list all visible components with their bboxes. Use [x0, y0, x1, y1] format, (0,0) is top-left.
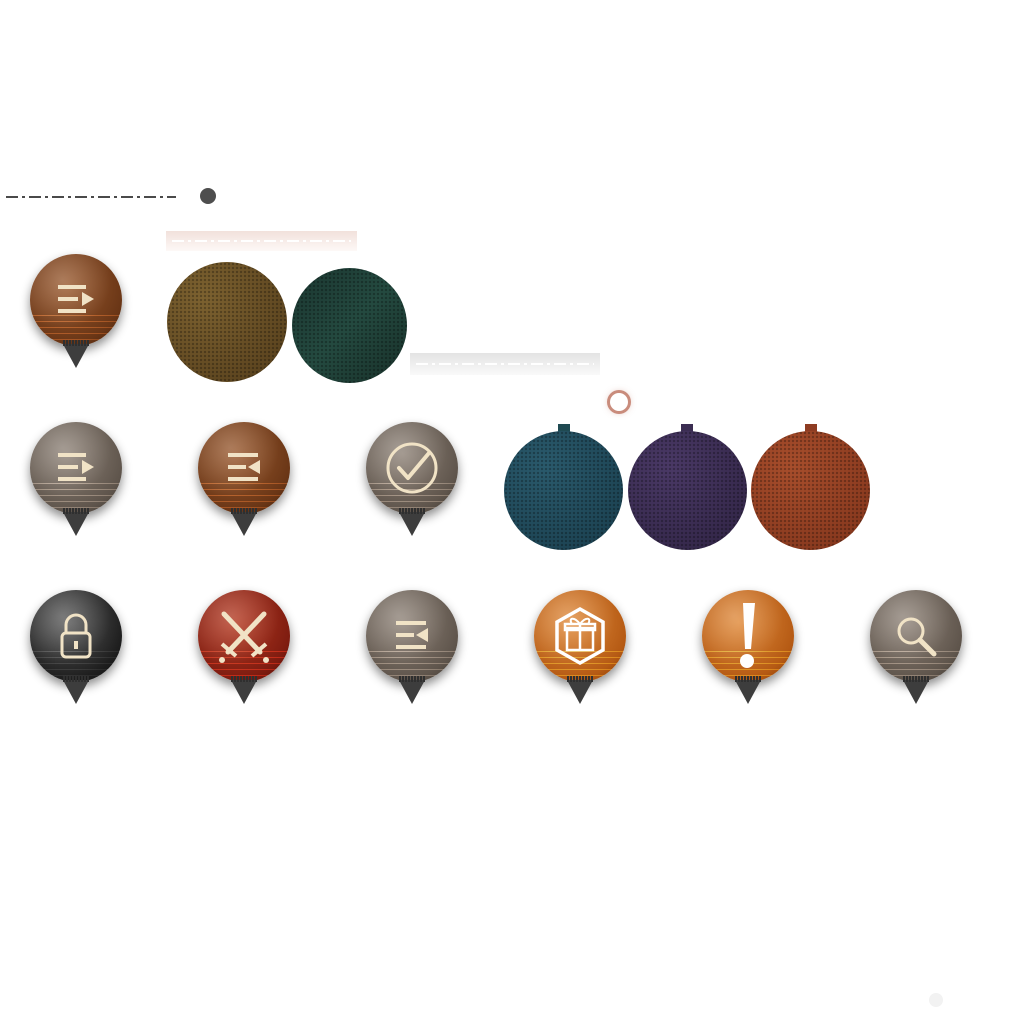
marker-quest-accept-grey[interactable] — [364, 588, 460, 712]
faint-dot — [929, 993, 943, 1007]
marker-battle-red[interactable] — [196, 588, 292, 712]
gift-box-icon — [555, 606, 605, 666]
marker-search-grey[interactable] — [868, 588, 964, 712]
padlock-icon — [60, 613, 92, 659]
route-node-glow-dot — [610, 393, 628, 411]
marker-alert-orange[interactable] — [700, 588, 796, 712]
swatch-purple-texture — [628, 431, 747, 550]
marker-reward-orange[interactable] — [532, 588, 628, 712]
list-arrow-left-icon — [228, 453, 260, 481]
magnifier-icon — [897, 617, 937, 657]
route-line-dark — [0, 189, 182, 205]
swatch-teal-texture — [504, 431, 623, 550]
marker-quest-turn-in-brown[interactable] — [28, 252, 124, 376]
list-arrow-right-icon — [58, 285, 94, 313]
marker-quest-complete-grey[interactable] — [364, 420, 460, 544]
crossed-swords-icon — [219, 611, 269, 663]
route-line-grey — [410, 353, 600, 375]
swatch-dark-teal-texture — [292, 268, 407, 383]
route-line-light — [166, 231, 357, 251]
swatch-olive-texture — [167, 262, 287, 382]
marker-quest-turn-in-grey[interactable] — [28, 420, 124, 544]
marker-locked-black[interactable] — [28, 588, 124, 712]
list-arrow-right-icon — [58, 453, 94, 481]
route-node-dot — [200, 188, 216, 204]
swatch-rust-texture — [751, 431, 870, 550]
marker-quest-accept-brown[interactable] — [196, 420, 292, 544]
checkmark-circle-icon — [386, 442, 438, 494]
exclamation-icon — [740, 603, 755, 668]
list-arrow-left-icon — [396, 621, 428, 649]
